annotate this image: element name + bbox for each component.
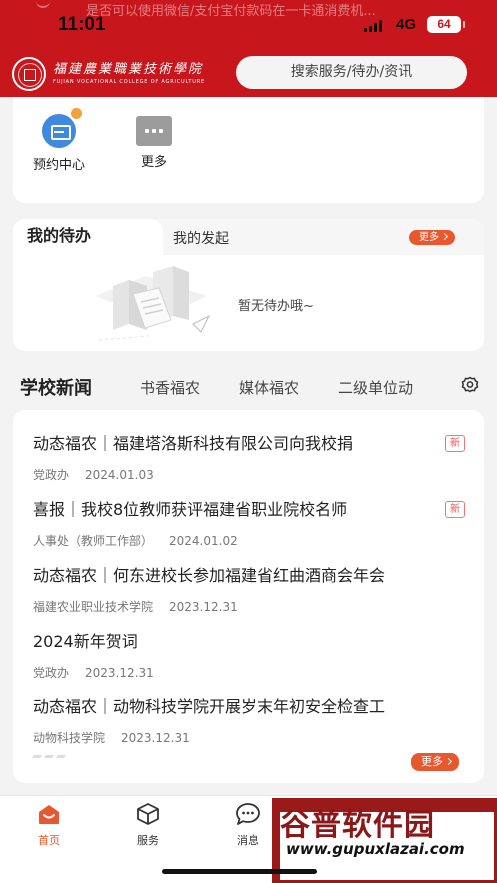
tab-messages[interactable]: 消息 [223, 802, 273, 848]
battery-icon: 64 [427, 16, 465, 33]
news-date: 2023.12.31 [169, 600, 238, 614]
new-badge: 新 [445, 501, 465, 518]
network-type: 4G [396, 16, 417, 33]
status-bar: 是否可以使用微信/支付宝付款码在一卡通消费机... 11:01 4G 64 [0, 0, 497, 46]
quick-action-label: 预约中心 [32, 158, 85, 173]
logo-english-name: FUJIAN VOCATIONAL COLLEGE OF AGRICULTURE [53, 79, 205, 85]
news-date: 2023.12.31 [85, 666, 154, 680]
pager-dashes [32, 755, 66, 758]
news-date: 2023.12.31 [121, 731, 190, 745]
news-headline: 2024新年贺词 [33, 632, 138, 651]
news-source: 福建农业职业技术学院 [33, 600, 154, 614]
quick-actions-card: 预约中心 更多 [13, 97, 484, 203]
home-icon [39, 805, 59, 824]
news-section-title: 学校新闻 [20, 378, 92, 399]
signal-icon [364, 20, 382, 32]
more-label: 更多 [419, 232, 439, 243]
college-logo: 福建農業職業技術學院 FUJIAN VOCATIONAL COLLEGE OF … [12, 57, 205, 91]
status-time: 11:01 [58, 14, 106, 35]
empty-state-illustration [95, 266, 211, 341]
more-label: 更多 [421, 755, 443, 768]
tab-my-todo[interactable]: 我的待办 [13, 219, 163, 255]
gear-icon[interactable] [460, 375, 480, 395]
new-badge: 新 [445, 435, 465, 452]
search-input[interactable]: 搜索服务/待办/资讯 [236, 56, 467, 89]
notice-icon [36, 0, 50, 8]
news-headline: 喜报｜我校8位教师获评福建省职业院校名师 [33, 500, 348, 519]
todo-card: 我的待办 我的发起 更多 暂无待办哦~ [13, 219, 484, 351]
tab-my-initiated[interactable]: 我的发起 [173, 228, 229, 248]
watermark-title: 谷普软件园 [280, 808, 435, 843]
badge-dot [71, 108, 82, 119]
news-item[interactable]: 2024新年贺词 党政办 2023.12.31 [33, 628, 463, 681]
news-date: 2024.01.02 [169, 534, 238, 548]
quick-action-more[interactable]: 更多 [119, 114, 189, 170]
logo-chinese-name: 福建農業職業技術學院 [53, 62, 204, 77]
news-item[interactable]: 动态福农｜何东进校长参加福建省红曲酒商会年会 福建农业职业技术学院 2023.12… [33, 562, 463, 615]
cube-icon [137, 803, 159, 825]
tab-label: 消息 [237, 834, 259, 847]
news-tab-1[interactable]: 书香福农 [140, 377, 200, 398]
tab-label: 首页 [38, 834, 60, 847]
sofa-icon [42, 108, 82, 148]
news-headline: 动态福农｜何东进校长参加福建省红曲酒商会年会 [33, 566, 386, 585]
chat-bubble-icon [236, 803, 260, 825]
app-header: 是否可以使用微信/支付宝付款码在一卡通消费机... 11:01 4G 64 福建… [0, 0, 497, 97]
tab-services[interactable]: 服务 [123, 802, 173, 848]
news-item[interactable]: 动态福农｜福建塔洛斯科技有限公司向我校捐 党政办 2024.01.03 [33, 430, 463, 483]
news-item[interactable]: 喜报｜我校8位教师获评福建省职业院校名师 人事处（教师工作部） 2024.01.0… [33, 496, 463, 549]
quick-action-booking[interactable]: 预约中心 [24, 108, 94, 173]
tab-home[interactable]: 首页 [24, 802, 74, 848]
news-tab-2[interactable]: 媒体福农 [239, 377, 299, 398]
home-indicator [162, 869, 317, 874]
chevron-right-icon [444, 757, 453, 766]
news-source: 党政办 [33, 666, 70, 680]
news-source: 人事处（教师工作部） [33, 534, 154, 548]
news-tab-3[interactable]: 二级单位动 [338, 377, 428, 398]
news-date: 2024.01.03 [85, 468, 154, 482]
news-headline: 动态福农｜福建塔洛斯科技有限公司向我校捐 [33, 434, 354, 453]
news-list-card: 动态福农｜福建塔洛斯科技有限公司向我校捐 党政办 2024.01.03 新 喜报｜… [13, 410, 484, 783]
chevron-right-icon [440, 232, 449, 241]
news-source: 动物科技学院 [33, 731, 106, 745]
news-headline: 动态福农｜动物科技学院开展岁末年初安全检查工 [33, 697, 386, 716]
news-source: 党政办 [33, 468, 70, 482]
college-seal-icon [12, 57, 46, 91]
watermark-url: www.gupuxlazai.com [286, 840, 465, 858]
news-item[interactable]: 动态福农｜动物科技学院开展岁末年初安全检查工 动物科技学院 2023.12.31 [33, 693, 463, 746]
todo-more-button[interactable]: 更多 [409, 230, 455, 245]
ghost-notice-text: 是否可以使用微信/支付宝付款码在一卡通消费机... [86, 4, 376, 19]
more-grid-icon [136, 116, 172, 146]
empty-state-text: 暂无待办哦~ [238, 299, 314, 314]
quick-action-label: 更多 [140, 155, 167, 170]
tab-label: 服务 [137, 834, 159, 847]
news-more-button[interactable]: 更多 [411, 753, 459, 771]
